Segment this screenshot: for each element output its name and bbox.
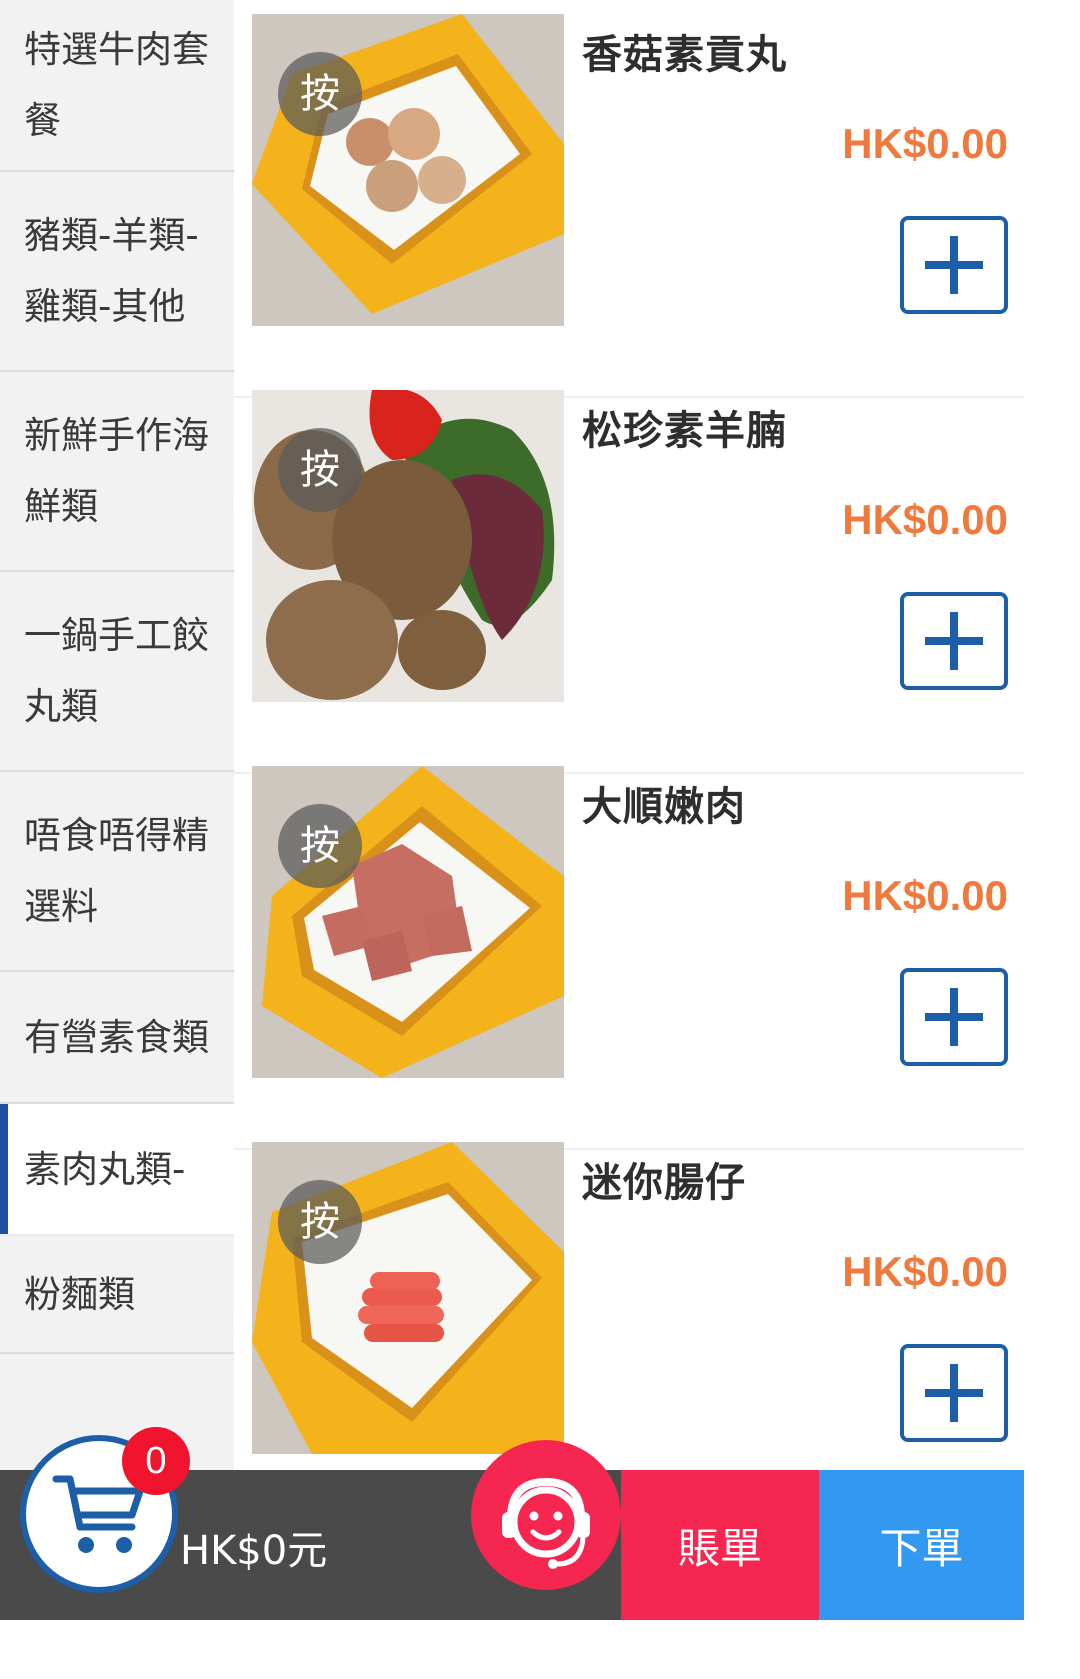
add-to-cart-button[interactable]: [900, 1344, 1008, 1442]
item-price: HK$0.00: [842, 872, 1008, 919]
sidebar-item-label: 特選牛肉套: [24, 28, 209, 71]
press-badge: 按: [278, 1180, 362, 1264]
sidebar-item-dumplings-balls[interactable]: 一鍋手工餃 丸類: [0, 572, 234, 772]
sidebar-item-label: 唔食唔得精: [24, 814, 209, 857]
mini-sausages-photo[interactable]: 按: [252, 1142, 564, 1454]
cart-total: HK$0元: [180, 1528, 328, 1574]
press-badge: 按: [278, 52, 362, 136]
headset-icon: [502, 1477, 590, 1569]
list-item: 按 香菇素貢丸 HK$0.00: [234, 0, 1024, 398]
vegetarian-lamb-brisket-photo[interactable]: 按: [252, 390, 564, 702]
sidebar-item-label: 有營素食類: [24, 1015, 209, 1059]
sidebar-item-label: 素肉丸類-: [24, 1147, 186, 1191]
cart-count-badge: 0: [122, 1427, 190, 1495]
sidebar-item-label: 雞類-其他: [24, 285, 186, 328]
plus-icon: [925, 612, 983, 670]
add-to-cart-button[interactable]: [900, 592, 1008, 690]
sidebar-item-label: 餐: [24, 99, 61, 142]
sidebar-item-label: 新鮮手作海: [24, 414, 209, 457]
list-item: 按 大順嫩肉 HK$0.00: [234, 752, 1024, 1150]
add-to-cart-button[interactable]: [900, 968, 1008, 1066]
sidebar-item-noodles[interactable]: 粉麵類: [0, 1236, 234, 1354]
sidebar-item-label: 一鍋手工餃: [24, 614, 209, 657]
item-name: 香菇素貢丸: [582, 32, 787, 78]
item-name: 松珍素羊腩: [582, 408, 787, 454]
press-badge: 按: [278, 428, 362, 512]
product-list: 按 香菇素貢丸 HK$0.00 按 松珍素羊腩 HK$0.00 按 大順嫩肉 H…: [234, 0, 1024, 1470]
mushroom-vegetarian-balls-photo[interactable]: 按: [252, 14, 564, 326]
sidebar-item-label: 選料: [24, 885, 98, 928]
category-sidebar: 特選牛肉套餐 豬類-羊類- 雞類-其他 新鮮手作海鮮類 一鍋手工餃丸類 唔食唔得精…: [0, 0, 234, 1470]
sidebar-item-beef-set[interactable]: 特選牛肉套餐: [0, 0, 234, 172]
list-item: 按 迷你腸仔 HK$0.00: [234, 1128, 1024, 1470]
luncheon-meat-photo[interactable]: 按: [252, 766, 564, 1078]
item-name: 迷你腸仔: [582, 1160, 746, 1206]
item-price: HK$0.00: [842, 120, 1008, 167]
plus-icon: [925, 1364, 983, 1422]
sidebar-item-selected[interactable]: 唔食唔得精 選料: [0, 772, 234, 972]
list-item: 按 松珍素羊腩 HK$0.00: [234, 376, 1024, 774]
place-order-button[interactable]: 下單: [819, 1470, 1024, 1620]
sidebar-item-label: 丸類: [24, 685, 98, 728]
plus-icon: [925, 988, 983, 1046]
item-price: HK$0.00: [842, 496, 1008, 543]
bill-button[interactable]: 賬單: [621, 1470, 819, 1620]
sidebar-item-vegetarian[interactable]: 有營素食類: [0, 972, 234, 1104]
sidebar-item-label: 豬類-羊類-: [24, 214, 199, 257]
item-price: HK$0.00: [842, 1248, 1008, 1295]
sidebar-item-pork-lamb-chicken[interactable]: 豬類-羊類- 雞類-其他: [0, 172, 234, 372]
sidebar-item-label: 粉麵類: [24, 1272, 135, 1316]
sidebar-item-seafood[interactable]: 新鮮手作海 鮮類: [0, 372, 234, 572]
customer-service-button[interactable]: [471, 1440, 621, 1590]
plus-icon: [925, 236, 983, 294]
sidebar-item-label: 鮮類: [24, 485, 98, 528]
sidebar-item-vegetarian-meatballs[interactable]: 素肉丸類-: [0, 1104, 234, 1236]
press-badge: 按: [278, 804, 362, 888]
item-name: 大順嫩肉: [582, 784, 746, 830]
add-to-cart-button[interactable]: [900, 216, 1008, 314]
